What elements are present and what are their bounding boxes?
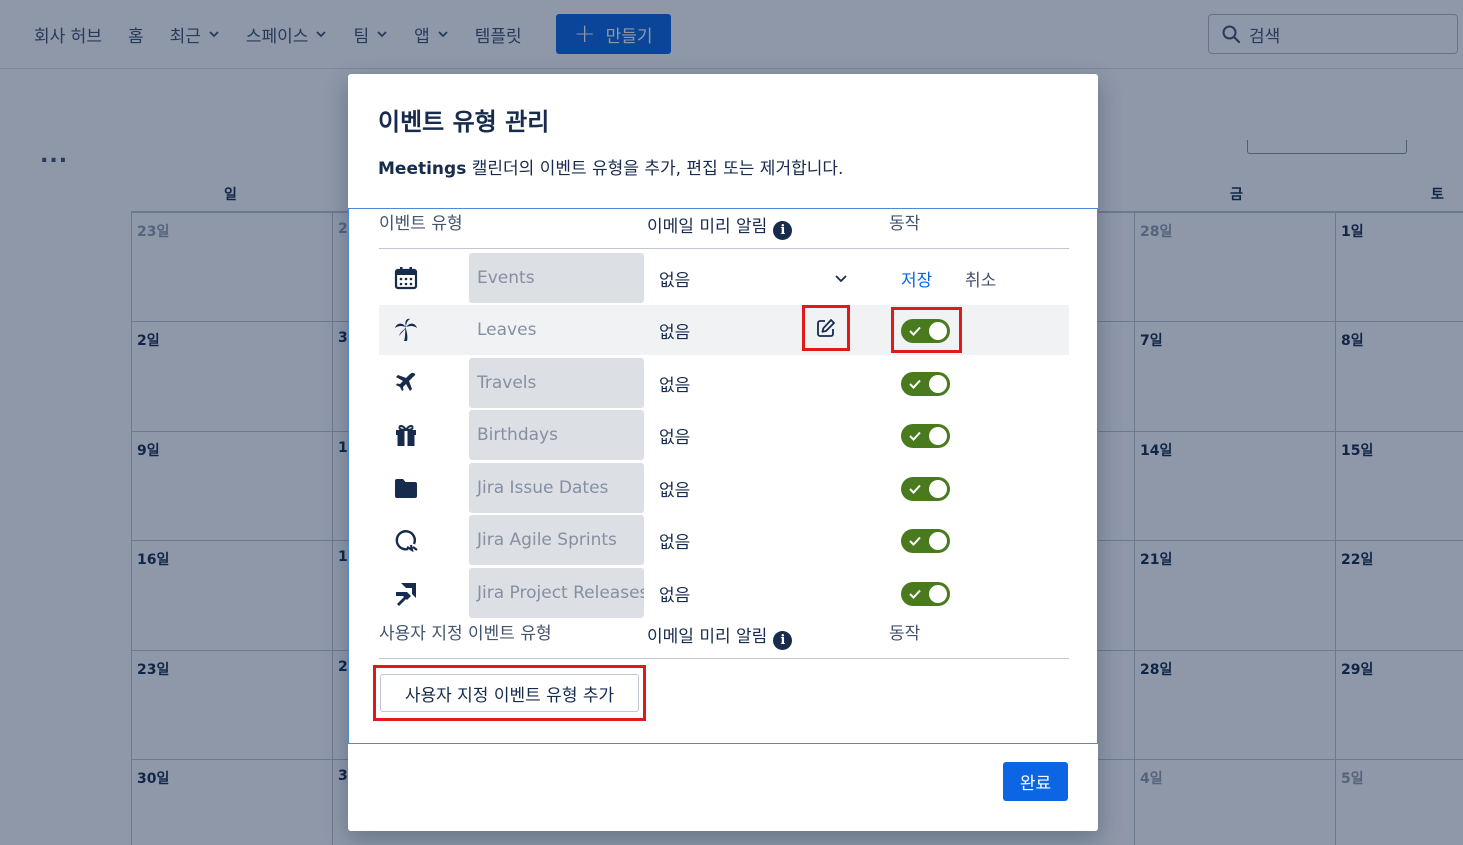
- dialog-title: 이벤트 유형 관리: [378, 108, 550, 136]
- manage-event-types-dialog: 이벤트 유형 관리 Meetings 캘린더의 이벤트 유형을 추가, 편집 또…: [348, 74, 1098, 831]
- event-types-scroll-area[interactable]: 이벤트 유형 이메일 미리 알림 i 동작 Events 없음 저장 취소 Lea…: [348, 208, 1098, 744]
- email-reminder-value: 없음: [659, 322, 691, 343]
- dialog-description: Meetings 캘린더의 이벤트 유형을 추가, 편집 또는 제거합니다.: [378, 154, 843, 179]
- add-custom-highlight: 사용자 지정 이벤트 유형 추가: [373, 665, 646, 721]
- palm-tree-icon: [395, 318, 417, 341]
- check-icon: [909, 326, 921, 336]
- header-custom-action: 동작: [889, 624, 921, 644]
- info-icon[interactable]: i: [773, 631, 793, 650]
- enable-toggle[interactable]: [901, 319, 950, 343]
- done-button[interactable]: 완료: [1003, 762, 1068, 801]
- event-type-name: Travels: [469, 358, 644, 408]
- event-type-row-events: Events 없음 저장 취소: [379, 253, 1069, 303]
- email-reminder-select[interactable]: 없음: [659, 253, 690, 303]
- event-type-name: Jira Agile Sprints: [469, 515, 644, 565]
- folder-icon: [395, 479, 417, 498]
- check-icon: [909, 589, 921, 599]
- header-custom-event-type: 사용자 지정 이벤트 유형: [379, 624, 552, 644]
- add-custom-event-type-button[interactable]: 사용자 지정 이벤트 유형 추가: [380, 674, 639, 712]
- email-reminder-value: 없음: [659, 532, 691, 553]
- enable-toggle[interactable]: [901, 372, 950, 396]
- toggle-knob: [929, 375, 947, 393]
- save-button[interactable]: 저장: [901, 253, 932, 303]
- check-icon: [909, 379, 921, 389]
- enable-toggle[interactable]: [901, 477, 950, 501]
- event-type-name: Leaves: [477, 320, 537, 340]
- toggle-knob: [929, 585, 947, 603]
- info-icon[interactable]: i: [773, 221, 793, 240]
- event-type-row-jira-project-releases: Jira Project Releases 없음: [379, 568, 1069, 618]
- toggle-knob: [929, 322, 947, 340]
- event-type-row-birthdays: Birthdays 없음: [379, 410, 1069, 460]
- enable-toggle[interactable]: [901, 424, 950, 448]
- chevron-down-icon[interactable]: [834, 271, 848, 285]
- custom-header-divider: [379, 658, 1069, 659]
- header-label: 이메일 미리 알림: [647, 217, 768, 237]
- event-type-name: Jira Issue Dates: [469, 463, 644, 513]
- header-label: 이메일 미리 알림: [647, 627, 768, 647]
- sprint-icon: [395, 530, 418, 553]
- email-reminder-value: 없음: [659, 585, 691, 606]
- description-text: 캘린더의 이벤트 유형을 추가, 편집 또는 제거합니다.: [466, 159, 844, 179]
- edit-button[interactable]: [802, 305, 850, 351]
- toggle-knob: [929, 480, 947, 498]
- email-reminder-value: 없음: [659, 375, 691, 396]
- header-event-type: 이벤트 유형: [379, 214, 463, 234]
- email-reminder-value: 없음: [659, 427, 691, 448]
- check-icon: [909, 431, 921, 441]
- header-divider: [379, 248, 1069, 249]
- email-reminder-value: 없음: [659, 480, 691, 501]
- release-icon: [396, 583, 416, 606]
- calendar-name: Meetings: [378, 159, 467, 179]
- airplane-icon: [396, 372, 416, 391]
- header-email-reminder: 이메일 미리 알림 i: [647, 212, 793, 240]
- header-action: 동작: [889, 214, 921, 234]
- event-type-name: Jira Project Releases: [469, 568, 644, 618]
- event-type-row-jira-agile-sprints: Jira Agile Sprints 없음: [379, 515, 1069, 565]
- event-type-name: Birthdays: [469, 410, 644, 460]
- gift-icon: [396, 424, 416, 446]
- event-type-name-input[interactable]: Events: [469, 253, 644, 303]
- enable-toggle[interactable]: [901, 582, 950, 606]
- check-icon: [909, 484, 921, 494]
- event-type-row-jira-issue-dates: Jira Issue Dates 없음: [379, 463, 1069, 513]
- event-type-row-travels: Travels 없음: [379, 358, 1069, 408]
- toggle-knob: [929, 532, 947, 550]
- cancel-button[interactable]: 취소: [965, 253, 996, 303]
- toggle-knob: [929, 427, 947, 445]
- event-type-row-leaves: Leaves 없음: [379, 305, 1069, 355]
- header-custom-email-reminder: 이메일 미리 알림 i: [647, 622, 793, 650]
- calendar-icon: [394, 267, 418, 290]
- check-icon: [909, 536, 921, 546]
- edit-icon: [817, 319, 835, 337]
- enable-toggle[interactable]: [901, 529, 950, 553]
